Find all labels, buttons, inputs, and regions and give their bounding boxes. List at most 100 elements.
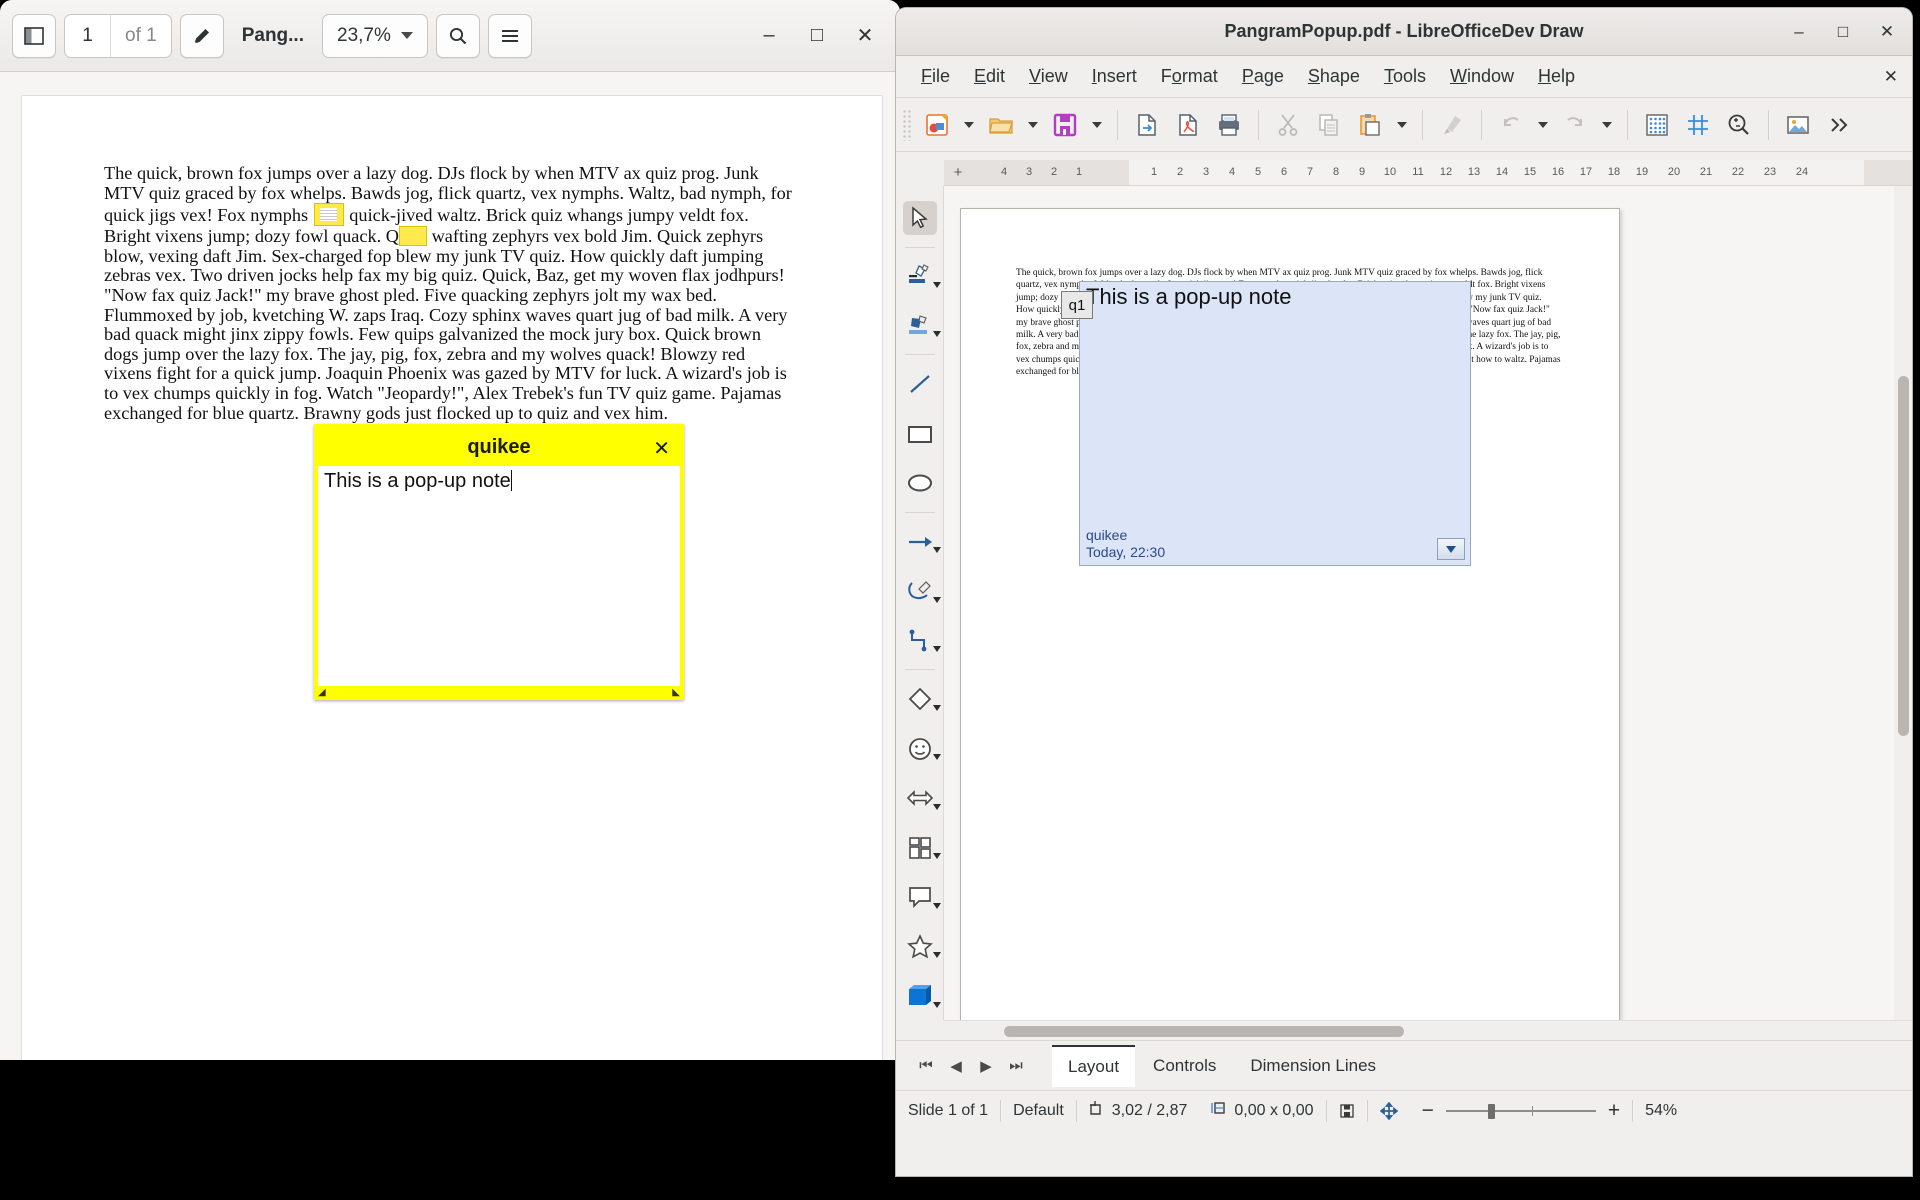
popup-note-body[interactable]: This is a pop-up note (318, 466, 680, 497)
menu-shape[interactable]: Shape (1297, 62, 1371, 91)
document-close-icon[interactable]: ✕ (1884, 67, 1898, 87)
insert-line-icon[interactable] (896, 360, 944, 408)
copy-icon[interactable] (1310, 106, 1348, 144)
annotation-popup-shape[interactable]: This is a pop-up note quikee Today, 22:3… (1079, 281, 1471, 566)
resize-handle-right[interactable]: ◣ (672, 688, 680, 698)
insert-text-box-icon[interactable] (896, 252, 944, 300)
3d-objects-icon[interactable] (896, 972, 944, 1020)
annotation-badge[interactable]: q1 (1061, 291, 1093, 319)
resize-handle-left[interactable]: ◢ (318, 688, 326, 698)
flowchart-icon[interactable] (896, 824, 944, 872)
symbol-shapes-icon[interactable] (896, 725, 944, 773)
undo-icon[interactable] (1492, 106, 1530, 144)
redo-icon[interactable] (1556, 106, 1594, 144)
zoom-percent-label[interactable]: 54% (1633, 1098, 1689, 1124)
chevron-down-icon[interactable] (932, 646, 941, 653)
menu-edit[interactable]: Edit (963, 62, 1016, 91)
menu-format[interactable]: Format (1150, 62, 1229, 91)
popup-note-titlebar[interactable]: quikee ✕ (318, 428, 680, 466)
menu-page[interactable]: Page (1231, 62, 1295, 91)
horizontal-scrollbar[interactable] (944, 1020, 1912, 1040)
vertical-scrollbar[interactable] (1894, 186, 1912, 1020)
ellipse-icon[interactable] (896, 459, 944, 507)
toolbar-grip[interactable] (902, 108, 912, 141)
menu-insert[interactable]: Insert (1081, 62, 1148, 91)
export-pdf-icon[interactable] (1169, 106, 1207, 144)
zoom-slider-knob[interactable] (1487, 1103, 1495, 1119)
close-icon[interactable]: ✕ (653, 436, 670, 461)
first-page-icon[interactable]: ⏮ (912, 1049, 940, 1083)
chevron-down-icon[interactable] (932, 803, 941, 810)
chevron-down-icon[interactable] (932, 853, 941, 860)
pencil-icon[interactable] (179, 13, 224, 58)
display-grid-icon[interactable] (1638, 106, 1676, 144)
layer-tab-controls[interactable]: Controls (1137, 1046, 1232, 1086)
search-icon[interactable] (435, 13, 480, 58)
zoom-selector[interactable]: 23,7% (322, 13, 428, 58)
zoom-slider[interactable] (1445, 1103, 1596, 1119)
fit-slide-icon[interactable] (1368, 1098, 1410, 1124)
menu-tools[interactable]: Tools (1373, 62, 1437, 91)
save-icon[interactable] (1046, 106, 1084, 144)
insert-fontwork-icon[interactable] (896, 302, 944, 350)
chevron-down-icon[interactable] (932, 281, 941, 288)
next-page-icon[interactable]: ▶ (972, 1049, 1000, 1083)
pdf-note-annotation-icon-2[interactable] (399, 226, 427, 247)
chevron-down-icon[interactable] (1437, 538, 1465, 560)
lo-maximize-button[interactable]: □ (1828, 17, 1858, 47)
pdf-popup-note[interactable]: quikee ✕ This is a pop-up note ◢ ◣ (314, 424, 684, 700)
open-file-dropdown-icon[interactable] (1028, 121, 1038, 128)
last-page-icon[interactable]: ⏭ (1002, 1049, 1030, 1083)
minimize-button[interactable]: – (746, 13, 792, 59)
save-dropdown-icon[interactable] (1092, 121, 1102, 128)
layer-tab-dimension-lines[interactable]: Dimension Lines (1234, 1046, 1392, 1086)
close-button[interactable]: ✕ (842, 13, 888, 59)
line-ends-arrow-icon[interactable] (896, 518, 944, 566)
new-document-icon[interactable] (918, 106, 956, 144)
pdf-page-canvas[interactable]: The quick, brown fox jumps over a lazy d… (22, 96, 882, 1060)
chevron-down-icon[interactable] (932, 547, 941, 554)
chevron-down-icon[interactable] (932, 331, 941, 338)
lo-minimize-button[interactable]: – (1784, 17, 1814, 47)
vertical-scrollbar-thumb[interactable] (1898, 376, 1909, 736)
rectangle-icon[interactable] (896, 410, 944, 458)
snap-to-grid-icon[interactable] (1679, 106, 1717, 144)
overflow-icon[interactable] (1820, 106, 1858, 144)
horizontal-ruler[interactable]: + 43 21 12 34 56 78 9 10 11 12 13 14 15 16 1… (944, 160, 1912, 186)
maximize-button[interactable]: □ (794, 13, 840, 59)
previous-page-icon[interactable]: ◀ (942, 1049, 970, 1083)
menu-window[interactable]: Window (1439, 62, 1525, 91)
paste-icon[interactable] (1351, 106, 1389, 144)
lo-close-button[interactable]: ✕ (1872, 17, 1902, 47)
sidebar-toggle-icon[interactable] (12, 13, 56, 58)
layer-tab-layout[interactable]: Layout (1052, 1044, 1136, 1087)
undo-dropdown-icon[interactable] (1538, 121, 1548, 128)
cut-icon[interactable] (1269, 106, 1307, 144)
menu-help[interactable]: Help (1527, 62, 1586, 91)
menu-view[interactable]: View (1018, 62, 1079, 91)
curves-and-polygons-icon[interactable] (896, 567, 944, 615)
callout-shapes-icon[interactable] (896, 873, 944, 921)
zoom-icon[interactable] (1720, 106, 1758, 144)
clone-formatting-icon[interactable] (1433, 106, 1471, 144)
page-number-input[interactable]: 1 (65, 14, 111, 57)
connectors-icon[interactable] (896, 617, 944, 665)
chevron-down-icon[interactable] (932, 1001, 941, 1008)
chevron-down-icon[interactable] (932, 754, 941, 761)
print-icon[interactable] (1210, 106, 1248, 144)
chevron-down-icon[interactable] (932, 902, 941, 909)
export-icon[interactable] (1128, 106, 1166, 144)
stars-and-banners-icon[interactable] (896, 923, 944, 971)
chevron-down-icon[interactable] (932, 704, 941, 711)
lo-page[interactable]: The quick, brown fox jumps over a lazy d… (960, 208, 1620, 1020)
zoom-in-button[interactable]: + (1596, 1098, 1632, 1124)
block-arrows-icon[interactable] (896, 774, 944, 822)
horizontal-scrollbar-thumb[interactable] (1004, 1026, 1404, 1037)
page-navigation[interactable]: 1 of 1 (64, 13, 172, 58)
new-document-dropdown-icon[interactable] (964, 121, 974, 128)
hamburger-menu-icon[interactable] (487, 13, 532, 58)
lo-drawing-canvas[interactable]: The quick, brown fox jumps over a lazy d… (944, 186, 1912, 1020)
insert-image-icon[interactable] (1779, 106, 1817, 144)
paste-dropdown-icon[interactable] (1397, 121, 1407, 128)
menu-file[interactable]: File (910, 62, 961, 91)
